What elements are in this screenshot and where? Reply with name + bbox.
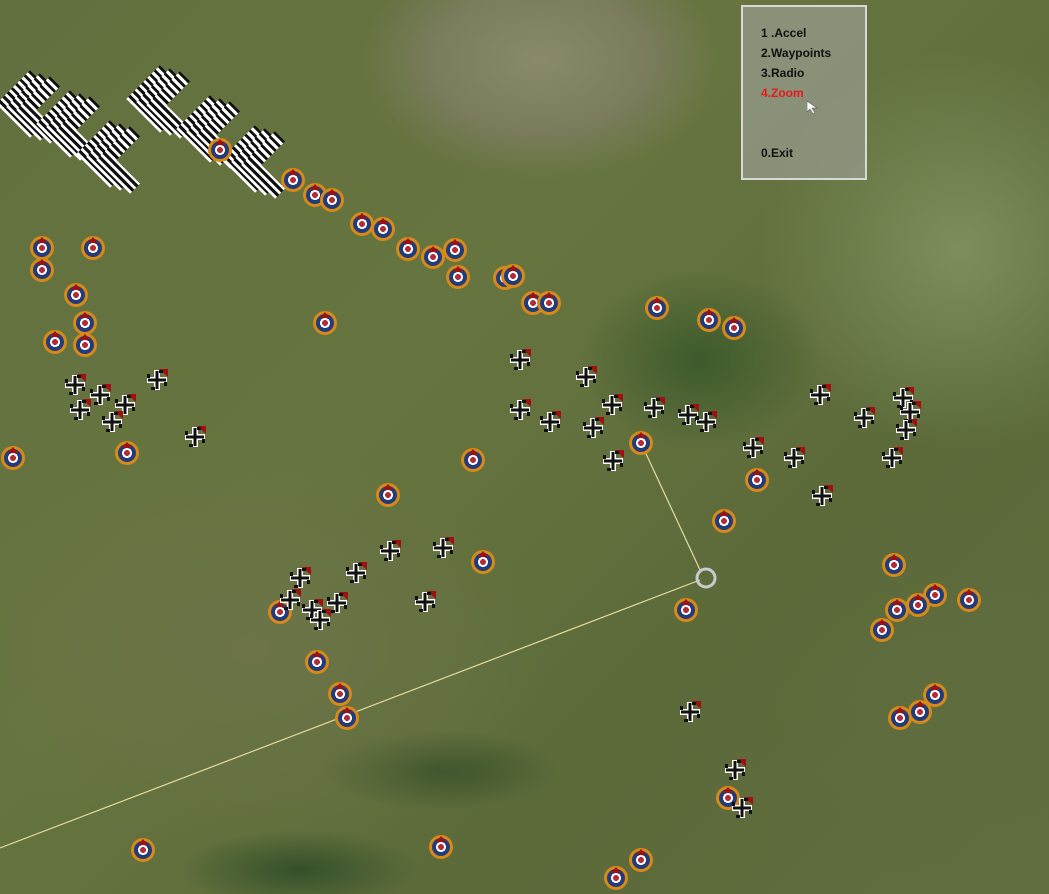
raf-roundel-icon[interactable]: [328, 682, 352, 706]
raf-roundel-icon[interactable]: [674, 598, 698, 622]
raf-roundel-icon[interactable]: [115, 441, 139, 465]
balkenkreuz-icon[interactable]: [807, 382, 833, 408]
raf-roundel-icon[interactable]: [429, 835, 453, 859]
raf-roundel-icon[interactable]: [43, 330, 67, 354]
unit-markers: [0, 0, 1049, 894]
balkenkreuz-icon[interactable]: [722, 757, 748, 783]
raf-roundel-icon[interactable]: [371, 217, 395, 241]
raf-roundel-icon[interactable]: [645, 296, 669, 320]
balkenkreuz-icon[interactable]: [740, 435, 766, 461]
balkenkreuz-icon[interactable]: [693, 409, 719, 435]
raf-roundel-icon[interactable]: [957, 588, 981, 612]
balkenkreuz-icon[interactable]: [144, 367, 170, 393]
menu-item-exit[interactable]: 0.Exit: [761, 146, 793, 160]
raf-roundel-icon[interactable]: [722, 316, 746, 340]
raf-roundel-icon[interactable]: [1, 446, 25, 470]
raf-roundel-icon[interactable]: [537, 291, 561, 315]
balkenkreuz-icon[interactable]: [641, 395, 667, 421]
balkenkreuz-icon[interactable]: [182, 424, 208, 450]
raf-roundel-icon[interactable]: [885, 598, 909, 622]
menu-item-waypoints[interactable]: 2.Waypoints: [761, 46, 831, 60]
balkenkreuz-icon[interactable]: [67, 397, 93, 423]
raf-roundel-icon[interactable]: [443, 238, 467, 262]
raf-roundel-icon[interactable]: [697, 308, 721, 332]
raf-roundel-icon[interactable]: [461, 448, 485, 472]
balkenkreuz-icon[interactable]: [412, 589, 438, 615]
raf-roundel-icon[interactable]: [131, 838, 155, 862]
raf-roundel-icon[interactable]: [335, 706, 359, 730]
balkenkreuz-icon[interactable]: [809, 483, 835, 509]
balkenkreuz-icon[interactable]: [99, 409, 125, 435]
raf-roundel-icon[interactable]: [305, 650, 329, 674]
raf-roundel-icon[interactable]: [73, 311, 97, 335]
raf-roundel-icon[interactable]: [471, 550, 495, 574]
balkenkreuz-icon[interactable]: [677, 699, 703, 725]
raf-roundel-icon[interactable]: [888, 706, 912, 730]
balkenkreuz-icon[interactable]: [307, 607, 333, 633]
balkenkreuz-icon[interactable]: [343, 560, 369, 586]
raf-roundel-icon[interactable]: [882, 553, 906, 577]
raf-roundel-icon[interactable]: [313, 311, 337, 335]
raf-roundel-icon[interactable]: [376, 483, 400, 507]
balkenkreuz-icon[interactable]: [600, 448, 626, 474]
balkenkreuz-icon[interactable]: [573, 364, 599, 390]
balkenkreuz-icon[interactable]: [893, 417, 919, 443]
balkenkreuz-icon[interactable]: [599, 392, 625, 418]
raf-roundel-icon[interactable]: [281, 168, 305, 192]
balkenkreuz-icon[interactable]: [729, 795, 755, 821]
raf-roundel-icon[interactable]: [870, 618, 894, 642]
balkenkreuz-icon[interactable]: [580, 415, 606, 441]
raf-roundel-icon[interactable]: [906, 593, 930, 617]
raf-roundel-icon[interactable]: [73, 333, 97, 357]
command-menu: 1 .Accel 2.Waypoints 3.Radio 4.Zoom 0.Ex…: [741, 5, 867, 180]
balkenkreuz-icon[interactable]: [851, 405, 877, 431]
raf-roundel-icon[interactable]: [30, 236, 54, 260]
balkenkreuz-icon[interactable]: [377, 538, 403, 564]
raf-roundel-icon[interactable]: [501, 264, 525, 288]
raf-roundel-icon[interactable]: [30, 258, 54, 282]
raf-roundel-icon[interactable]: [81, 236, 105, 260]
raf-roundel-icon[interactable]: [320, 188, 344, 212]
raf-roundel-icon[interactable]: [629, 431, 653, 455]
raf-roundel-icon[interactable]: [712, 509, 736, 533]
balkenkreuz-icon[interactable]: [430, 535, 456, 561]
menu-item-zoom[interactable]: 4.Zoom: [761, 86, 804, 100]
raf-roundel-icon[interactable]: [446, 265, 470, 289]
raf-roundel-icon[interactable]: [421, 245, 445, 269]
raf-roundel-icon[interactable]: [208, 138, 232, 162]
raf-roundel-icon[interactable]: [745, 468, 769, 492]
balkenkreuz-icon[interactable]: [537, 409, 563, 435]
raf-roundel-icon[interactable]: [604, 866, 628, 890]
mouse-cursor-icon: [807, 101, 818, 115]
raf-roundel-icon[interactable]: [396, 237, 420, 261]
balkenkreuz-icon[interactable]: [507, 347, 533, 373]
balkenkreuz-icon[interactable]: [879, 445, 905, 471]
balkenkreuz-icon[interactable]: [507, 397, 533, 423]
balkenkreuz-icon[interactable]: [781, 445, 807, 471]
menu-item-accel[interactable]: 1 .Accel: [761, 26, 806, 40]
menu-item-radio[interactable]: 3.Radio: [761, 66, 804, 80]
raf-roundel-icon[interactable]: [64, 283, 88, 307]
raf-roundel-icon[interactable]: [350, 212, 374, 236]
raf-roundel-icon[interactable]: [629, 848, 653, 872]
balkenkreuz-icon[interactable]: [62, 372, 88, 398]
